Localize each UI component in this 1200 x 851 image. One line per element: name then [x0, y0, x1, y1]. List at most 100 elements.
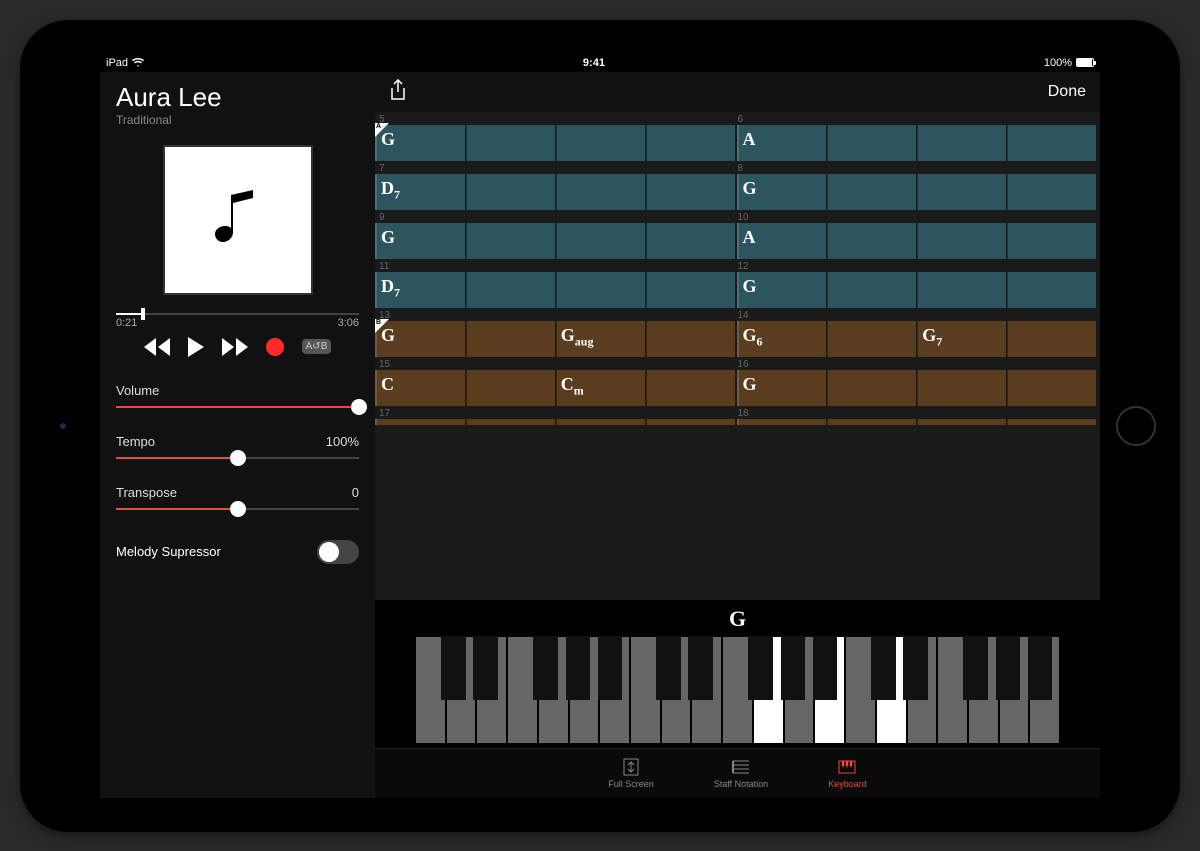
chord-beat[interactable] [466, 419, 555, 425]
white-key[interactable] [446, 636, 477, 744]
record-button[interactable] [266, 338, 284, 356]
chord-beat[interactable]: G [737, 272, 827, 308]
chord-beat[interactable] [917, 223, 1006, 259]
white-key[interactable] [968, 636, 999, 744]
chord-beat[interactable] [556, 125, 645, 161]
chord-beat[interactable]: G6 [737, 321, 827, 357]
chord-beat[interactable] [917, 370, 1006, 406]
transpose-slider[interactable]: Transpose 0 [116, 485, 359, 510]
chord-beat[interactable] [466, 272, 555, 308]
chord-beat[interactable] [646, 419, 735, 425]
forward-button[interactable] [222, 338, 248, 356]
chord-beat[interactable] [646, 370, 735, 406]
volume-slider[interactable]: Volume [116, 383, 359, 408]
white-key[interactable] [937, 636, 968, 744]
chord-beat[interactable]: D7 [375, 174, 465, 210]
tab-staff-notation[interactable]: Staff Notation [714, 757, 768, 789]
song-subtitle: Traditional [116, 113, 359, 127]
white-key[interactable] [845, 636, 876, 744]
chord-beat[interactable] [827, 174, 916, 210]
chord-beat[interactable] [466, 223, 555, 259]
melody-suppressor-toggle[interactable] [317, 540, 359, 564]
chord-beat[interactable] [917, 125, 1006, 161]
chord-beat[interactable] [827, 272, 916, 308]
ab-loop-button[interactable]: A↺B [302, 339, 332, 354]
chord-beat[interactable]: AG [375, 125, 465, 161]
chord-beat[interactable] [556, 223, 645, 259]
chord-beat[interactable]: A [737, 223, 827, 259]
chord-beat[interactable] [1007, 370, 1096, 406]
white-key[interactable] [784, 636, 815, 744]
piano-keyboard[interactable] [415, 636, 1060, 744]
chord-label: D7 [381, 276, 400, 301]
chord-beat[interactable] [917, 174, 1006, 210]
home-button[interactable] [1116, 406, 1156, 446]
chord-beat[interactable]: A [737, 125, 827, 161]
chord-beat[interactable] [646, 125, 735, 161]
melody-suppressor-label: Melody Supressor [116, 544, 221, 559]
chord-beat[interactable] [737, 419, 827, 425]
chord-beat[interactable] [1007, 419, 1096, 425]
transpose-value: 0 [352, 485, 359, 500]
white-key[interactable] [507, 636, 538, 744]
white-key[interactable] [691, 636, 722, 744]
chord-beat[interactable] [375, 419, 465, 425]
chord-beat[interactable]: G [737, 370, 827, 406]
chord-beat[interactable]: G [737, 174, 827, 210]
white-key[interactable] [415, 636, 446, 744]
chord-beat[interactable] [646, 223, 735, 259]
white-key[interactable] [722, 636, 753, 744]
chord-beat[interactable] [917, 272, 1006, 308]
chord-beat[interactable] [1007, 174, 1096, 210]
chord-beat[interactable]: D7 [375, 272, 465, 308]
chord-beat[interactable] [556, 419, 645, 425]
white-key[interactable] [538, 636, 569, 744]
white-key[interactable] [814, 636, 845, 744]
chord-beat[interactable] [556, 174, 645, 210]
white-key[interactable] [599, 636, 630, 744]
progress-bar[interactable]: 0:21 3:06 [116, 313, 359, 329]
chord-beat[interactable] [827, 223, 916, 259]
chord-beat[interactable]: Gaug [556, 321, 645, 357]
chord-beat[interactable]: G7 [917, 321, 1006, 357]
white-key[interactable] [1029, 636, 1060, 744]
share-button[interactable] [389, 79, 407, 104]
chord-beat[interactable] [1007, 125, 1096, 161]
tempo-slider[interactable]: Tempo 100% [116, 434, 359, 459]
chord-beat[interactable] [466, 125, 555, 161]
chord-beat[interactable] [466, 370, 555, 406]
chord-beat[interactable] [827, 125, 916, 161]
done-button[interactable]: Done [1048, 83, 1086, 101]
chord-beat[interactable] [646, 272, 735, 308]
chord-beat[interactable] [827, 419, 916, 425]
rewind-button[interactable] [144, 338, 170, 356]
chord-beat[interactable]: BG [375, 321, 465, 357]
chord-beat[interactable]: Cm [556, 370, 645, 406]
chord-beat[interactable] [1007, 223, 1096, 259]
tab-keyboard[interactable]: Keyboard [828, 757, 867, 789]
chord-beat[interactable] [556, 272, 645, 308]
chord-beat[interactable] [466, 321, 555, 357]
chord-grid[interactable]: 56AGA78D7G910GA1112D7G1314BGGaugG6G71516… [375, 112, 1100, 600]
play-button[interactable] [188, 337, 204, 357]
chord-beat[interactable] [827, 370, 916, 406]
white-key[interactable] [907, 636, 938, 744]
chord-beat[interactable] [1007, 272, 1096, 308]
camera-dot [60, 423, 66, 429]
chord-beat[interactable] [646, 321, 735, 357]
chord-beat[interactable] [917, 419, 1006, 425]
white-key[interactable] [630, 636, 661, 744]
white-key[interactable] [569, 636, 600, 744]
white-key[interactable] [661, 636, 692, 744]
chord-beat[interactable] [466, 174, 555, 210]
chord-beat[interactable]: G [375, 223, 465, 259]
white-key[interactable] [476, 636, 507, 744]
chord-beat[interactable] [1007, 321, 1096, 357]
chord-beat[interactable] [827, 321, 916, 357]
chord-beat[interactable] [646, 174, 735, 210]
tab-full-screen[interactable]: Full Screen [608, 757, 654, 789]
white-key[interactable] [876, 636, 907, 744]
white-key[interactable] [753, 636, 784, 744]
white-key[interactable] [999, 636, 1030, 744]
chord-beat[interactable]: C [375, 370, 465, 406]
